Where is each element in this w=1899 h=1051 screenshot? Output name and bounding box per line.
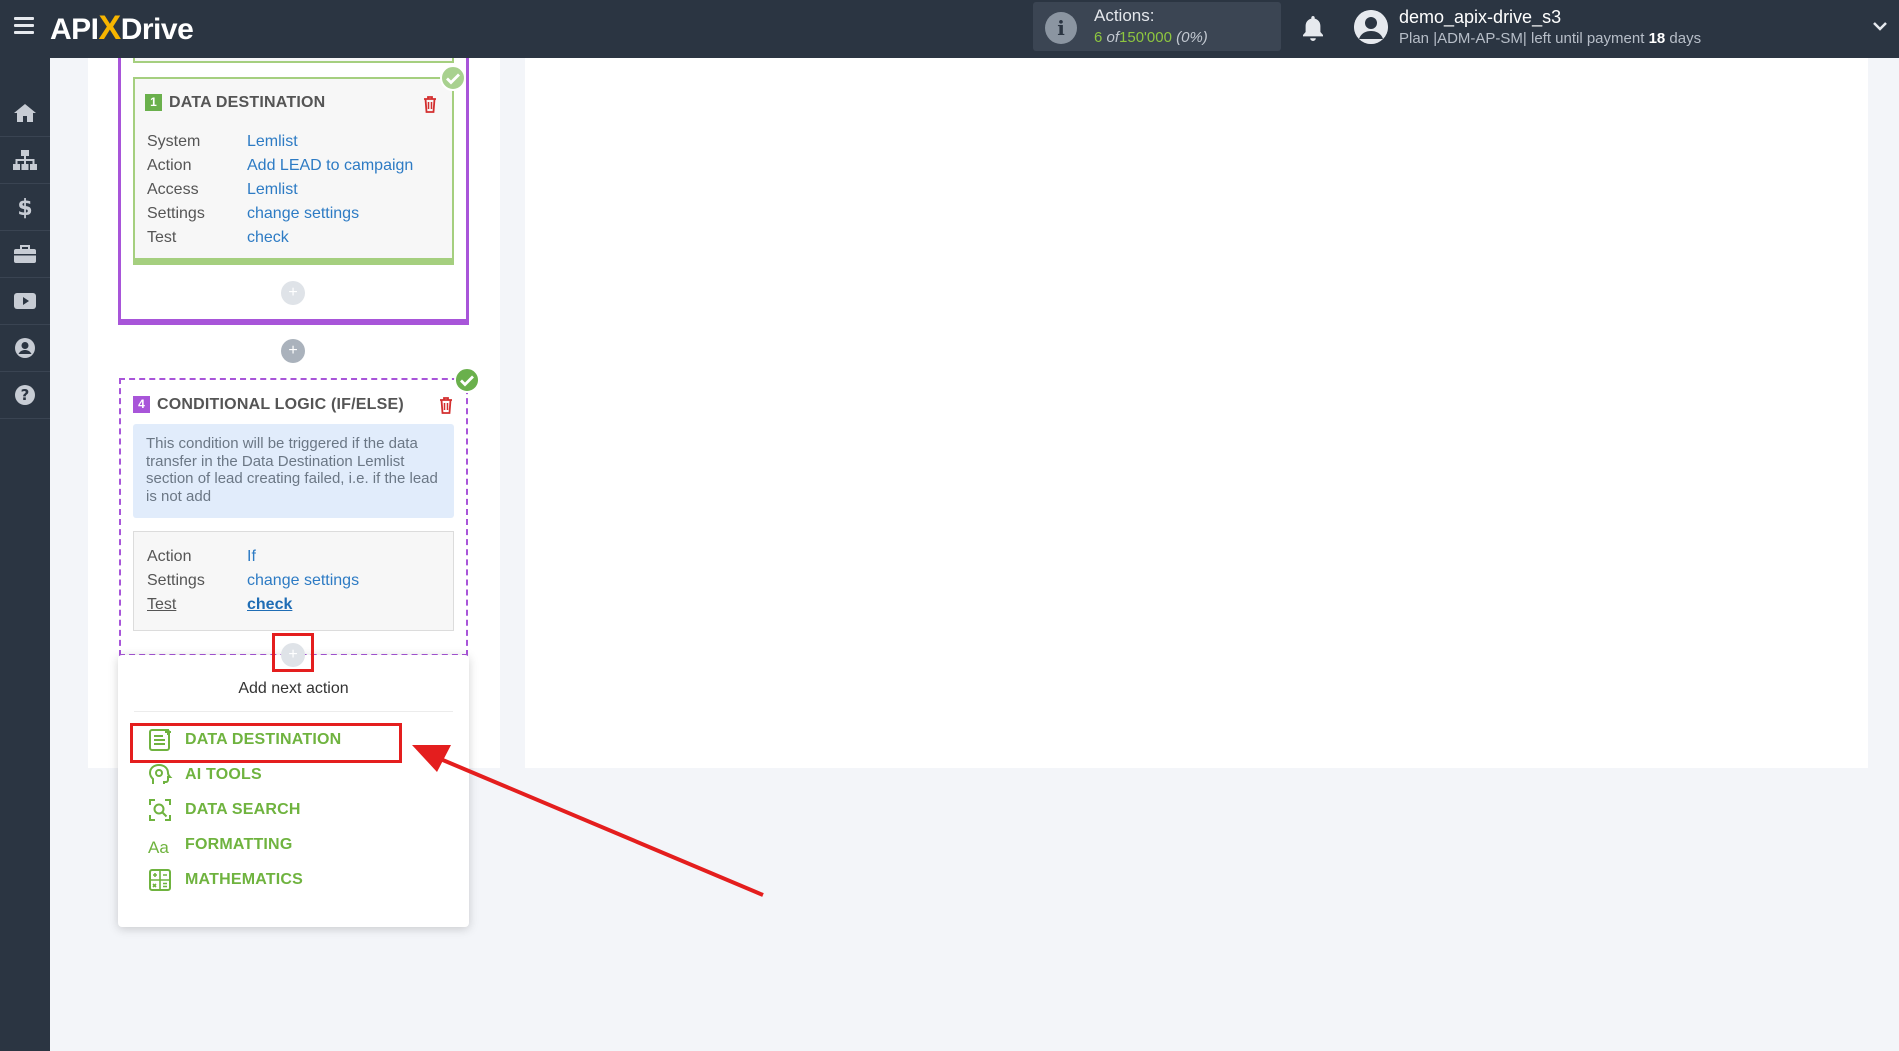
sidebar-item-profile[interactable] — [0, 325, 50, 372]
condition-description: This condition will be triggered if the … — [133, 424, 454, 518]
sidebar-item-services[interactable] — [0, 231, 50, 278]
user-avatar-icon — [1354, 10, 1388, 44]
test-link[interactable]: check — [247, 596, 292, 614]
avatar[interactable] — [1354, 10, 1388, 44]
top-bar: APIXDrive i Actions: 6 of150'000 (0%) de… — [0, 0, 1899, 58]
plan-info: Plan |ADM-AP-SM| left until payment 18 d… — [1399, 30, 1702, 47]
sidebar: $ ? — [0, 58, 50, 1051]
menu-item-formatting[interactable]: Aa FORMATTING — [147, 832, 292, 858]
check-icon — [454, 367, 480, 393]
home-icon — [14, 104, 36, 122]
check-icon — [440, 65, 466, 91]
step-number: 4 — [133, 396, 150, 413]
mathematics-icon — [149, 869, 171, 891]
menu-item-data-search[interactable]: DATA SEARCH — [147, 797, 301, 823]
apix-drive-logo[interactable]: APIXDrive — [50, 9, 194, 48]
sidebar-item-help[interactable]: ? — [0, 372, 50, 419]
settings-link[interactable]: change settings — [247, 205, 359, 223]
sitemap-icon — [13, 150, 37, 170]
actions-value: 6 of150'000 (0%) — [1094, 29, 1208, 46]
sidebar-item-videos[interactable] — [0, 278, 50, 325]
highlight-add-button — [272, 633, 314, 672]
info-icon: i — [1045, 12, 1077, 44]
conditional-title: 4 CONDITIONAL LOGIC (IF/ELSE) — [133, 396, 404, 414]
previous-card — [133, 58, 454, 63]
add-action-button[interactable]: + — [281, 339, 305, 363]
dollar-icon: $ — [17, 196, 32, 219]
settings-panel — [525, 58, 1868, 768]
svg-text:$: $ — [17, 196, 32, 219]
sidebar-item-billing[interactable]: $ — [0, 184, 50, 231]
trash-icon[interactable] — [422, 95, 438, 113]
sidebar-item-home[interactable] — [0, 90, 50, 137]
menu-item-mathematics[interactable]: MATHEMATICS — [147, 867, 303, 893]
help-icon: ? — [15, 385, 35, 405]
add-action-in-group-button[interactable]: + — [281, 281, 305, 305]
actions-label: Actions: — [1094, 6, 1155, 25]
formatting-icon: Aa — [148, 838, 169, 857]
actions-counter: i Actions: 6 of150'000 (0%) — [1033, 2, 1281, 51]
username[interactable]: demo_apix-drive_s3 — [1399, 7, 1561, 28]
user-icon — [15, 338, 35, 358]
add-next-action-menu: Add next action DATA DESTINATION AI TOOL… — [118, 655, 469, 927]
highlight-data-destination — [130, 723, 402, 763]
divider — [134, 711, 453, 712]
chevron-down-icon[interactable] — [1872, 18, 1888, 34]
menu-item-ai-tools[interactable]: AI TOOLS — [147, 762, 262, 788]
video-icon — [14, 293, 36, 309]
briefcase-icon — [14, 245, 36, 263]
step-number: 1 — [145, 94, 162, 111]
bell-icon[interactable] — [1300, 14, 1326, 42]
settings-link[interactable]: change settings — [247, 572, 359, 590]
trash-icon[interactable] — [438, 396, 454, 414]
ai-tools-icon — [148, 763, 173, 784]
action-link[interactable]: If — [247, 548, 256, 566]
data-destination-card[interactable]: 1 DATA DESTINATION System Lemlist Action Ad… — [133, 77, 454, 265]
access-link[interactable]: Lemlist — [247, 181, 298, 199]
sidebar-item-connections[interactable] — [0, 137, 50, 184]
action-link[interactable]: Add LEAD to campaign — [247, 157, 413, 175]
menu-title: Add next action — [238, 680, 349, 697]
data-search-icon — [149, 799, 171, 821]
svg-text:?: ? — [21, 386, 30, 404]
test-link[interactable]: check — [247, 229, 289, 247]
system-link[interactable]: Lemlist — [247, 133, 298, 151]
conditional-card[interactable]: Action If Settings change settings Test che… — [133, 531, 454, 631]
card-title: 1 DATA DESTINATION — [145, 94, 325, 112]
svg-text:Aa: Aa — [148, 838, 169, 857]
menu-icon[interactable] — [14, 17, 34, 35]
